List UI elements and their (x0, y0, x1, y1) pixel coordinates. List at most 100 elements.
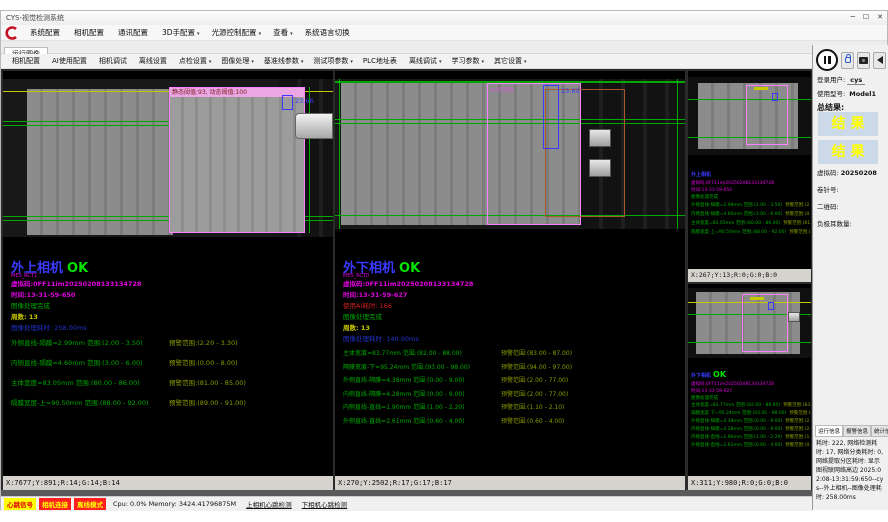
chevron-down-icon: ▾ (259, 31, 262, 37)
warning-range: 预警范围:(81.00 - 85.00) (169, 377, 246, 387)
toolbar-button[interactable]: 学习参数▾ (446, 56, 489, 66)
camera-button[interactable] (857, 52, 870, 69)
measurement-row: 主体宽度=83.05mm 范围:(80.00 - 86.00) 预警范围:(81… (3, 377, 333, 397)
menu-item[interactable]: 3D手配置▾ (156, 27, 206, 38)
ok-status: OK (399, 261, 420, 276)
toolbar-button[interactable]: PLC地址表 (358, 56, 404, 66)
warning-range: 预警范围:(94.00 - 97.00) (501, 362, 572, 371)
window-title: CYS-视觉检测系统 (6, 13, 64, 23)
toolbar-button[interactable]: 测试项参数▾ (308, 56, 358, 66)
heartbeat-link[interactable]: 上相机心跳检测 (246, 499, 292, 509)
border-line-green (339, 79, 340, 229)
warning-range: 预警范围:(83.00 - 87.00) (501, 348, 572, 357)
ai-time: 使用AI耗时: 166 (343, 301, 473, 312)
measurement-row: 内侧直线-隔膜=4.28mm 范围:(0.00 - 9.00) 预警范围:(2.… (335, 389, 685, 403)
tiny-yellow-mark (750, 297, 764, 300)
measurement-value: 外侧直线-隔膜=4.38mm 范围:(0.00 - 9.00) (343, 375, 465, 384)
thumbnail-upper[interactable]: 外上相机 虚拟码:0FF11im20250208133134728 时间:13-… (688, 71, 811, 269)
toolbar-button[interactable]: 相机配置 (7, 56, 47, 66)
toolbar-button[interactable]: 基准线参数▾ (259, 56, 309, 66)
camera-panel-lower-outer: AI检测框 23.60 外下相机OK MES_RCT0 虚拟码:0FF11im2… (335, 71, 685, 476)
info-tab[interactable]: 统计信息 (871, 425, 888, 437)
minimize-icon[interactable]: ─ (851, 12, 855, 23)
measurement-row: 隔膜宽度-上=90.50mm 范围:(88.00 - 92.00) 预警范围:(… (3, 397, 333, 417)
measurement-value: 主体宽度=83.77mm 范围:(82.00 - 88.00) (343, 348, 462, 357)
measurement-row: 外侧直线-直线=2.61mm 范围:(0.60 - 4.00) 预警范围:(0.… (335, 416, 685, 430)
toolbar-button[interactable]: 相机调试 (94, 56, 134, 66)
mini-measurement-row: 隔膜宽度-上=90.50mm 范围:(88.00 - 92.00)预警范围:(8… (691, 228, 811, 237)
menu-item[interactable]: 查看▾ (267, 27, 299, 38)
sidebar-field: 卷针号: (817, 184, 877, 201)
sidebar-field: 负极耳数量: (817, 218, 877, 235)
toolbar-button[interactable]: 离线调试▾ (404, 56, 447, 66)
camera-icon (859, 57, 868, 64)
sidebar-field: 二维码: (817, 201, 877, 218)
page: CYS-视觉检测系统 ─ ☐ ✕ 系统配置 相机配置 通讯配置 3D手配置▾ 光… (0, 0, 888, 522)
border-line-green (677, 79, 678, 229)
thumbnail-image (688, 288, 811, 358)
close-icon[interactable]: ✕ (877, 12, 883, 23)
menu-item[interactable]: 通讯配置 (112, 27, 156, 38)
heartbeat-link[interactable]: 下相机心跳检测 (302, 499, 348, 509)
menu-item[interactable]: 光源控制配置▾ (206, 27, 268, 38)
mini-measurement-row: 内侧直线-隔膜=4.60mm 范围:(3.00 - 6.00)预警范围:(0.0… (691, 210, 811, 219)
machine-surface (27, 89, 173, 235)
coordinate-readout-middle: X:270;Y:2502;R:17;G:17;B:17 (335, 476, 685, 490)
camera-image-lower-outer[interactable]: AI检测框 23.60 (335, 79, 685, 229)
thumbnail-info: 外下相机OK 虚拟码:0FF11im20250208133134728 时间:1… (691, 362, 811, 450)
maximize-icon[interactable]: ☐ (863, 12, 869, 23)
mini-measurement-row: 外侧直线-隔膜=4.38mm 范围:(0.00 - 9.00)预警范围:(2.0… (691, 418, 811, 426)
menu-item[interactable]: 系统配置 (24, 27, 68, 38)
measurement-row: 外侧直线-隔膜=2.99mm 范围:(2.00 - 3.50) 预警范围:(2.… (3, 337, 333, 357)
connector-object (295, 113, 333, 139)
cpu-memory-readout: Cpu: 0.0% Memory: 3424.41796875M (113, 500, 236, 508)
camera-name: 外上相机 (691, 172, 711, 178)
lock-button[interactable] (841, 52, 854, 69)
info-tab[interactable]: 运行信息 (815, 425, 843, 437)
process-done-label: 图像处理完成 (691, 395, 811, 402)
edge-line-vertical (309, 87, 310, 233)
status-badge: 离线模式 (74, 498, 106, 510)
process-done-label: 图像处理完成 (691, 194, 811, 201)
toolbar-button[interactable]: 其它设置▾ (489, 56, 532, 66)
camera-panel-upper-outer: 静态阈值:93, 动态阈值:100 23.66 外上相机OK MES_RCT1 … (3, 71, 333, 476)
warning-range: 预警范围:(2.00 - 77.00) (501, 375, 568, 384)
warning-range: 预警范围:(2.20 - 3.30) (169, 337, 238, 347)
pause-button[interactable] (816, 49, 838, 71)
menu-bar: 系统配置 相机配置 通讯配置 3D手配置▾ 光源控制配置▾ 查看▾ 系统语言切换 (1, 25, 887, 41)
toolbar-button[interactable]: 离线设置 (134, 56, 174, 66)
app-logo-icon (5, 26, 19, 40)
chevron-down-icon: ▾ (350, 59, 353, 65)
info-tab[interactable]: 报警信息 (843, 425, 871, 437)
thumbnail-lower[interactable]: 外下相机OK 虚拟码:0FF11im20250208133134728 时间:1… (688, 284, 811, 476)
toolbar-button[interactable]: AI使用配置 (47, 56, 94, 66)
exit-button[interactable] (873, 52, 886, 69)
menu-item[interactable]: 相机配置 (68, 27, 112, 38)
title-bar[interactable]: CYS-视觉检测系统 ─ ☐ ✕ (1, 11, 887, 25)
menu-item[interactable]: 系统语言切换 (299, 27, 358, 38)
marker-box (282, 95, 293, 110)
timestamp: 时间:13-31-59-627 (691, 388, 811, 395)
process-time: 图像处理耗时: 258.00ms (11, 323, 141, 334)
user-value[interactable]: cys (847, 76, 865, 85)
result-block: 外下相机OK MES_RCT0 虚拟码:0FF11im2025020813313… (343, 257, 473, 345)
toolbar-button[interactable]: 点检设置▾ (174, 56, 217, 66)
warning-range: 预警范围:(89.00 - 91.00) (169, 397, 246, 407)
result-blocks: 结果结果 (818, 112, 878, 168)
chevron-down-icon: ▾ (290, 31, 293, 37)
measurement-rows: 主体宽度=83.77mm 范围:(82.00 - 88.00) 预警范围:(83… (335, 348, 685, 429)
coordinate-readout-thumb-bottom: X:311;Y:980;R:0;G:0;B:0 (688, 476, 811, 490)
toolbar-button[interactable]: 图像处理▾ (216, 56, 259, 66)
thumbnail-image (688, 77, 811, 155)
toolbar-items: 相机配置 AI使用配置 相机调试 离线设置 点检设置▾ 图像处理▾ 基准线参数▾… (7, 56, 531, 66)
measurement-value: 主体宽度=83.05mm 范围:(80.00 - 86.00) (11, 377, 140, 387)
coordinate-readout-left: X:7677;Y:891;R:14;G:14;B:14 (3, 476, 333, 490)
model-value[interactable]: Model1 (847, 90, 878, 98)
measurement-value: 内侧直线-直线=1.90mm 范围:(1.00 - 2.20) (343, 402, 465, 411)
thumbnail-info: 外上相机 虚拟码:0FF11im20250208133134728 时间:13-… (691, 161, 811, 237)
info-tabs: 运行信息报警信息统计信息 (815, 425, 888, 437)
timestamp: 时间:13-31-59-650 (691, 187, 811, 194)
measurement-row: 外侧直线-隔膜=4.38mm 范围:(0.00 - 9.00) 预警范围:(2.… (335, 375, 685, 389)
camera-image-upper-outer[interactable]: 静态阈值:93, 动态阈值:100 23.66 (3, 79, 333, 237)
result-block: 结果 (818, 140, 878, 164)
